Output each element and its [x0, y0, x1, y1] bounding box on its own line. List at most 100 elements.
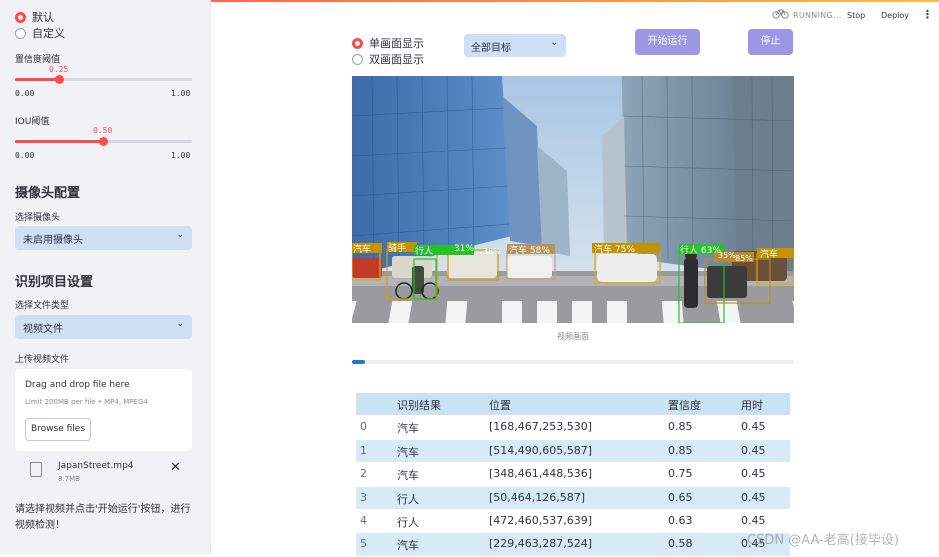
detection-label: 骑手 [388, 244, 407, 254]
close-icon[interactable]: ✕ [170, 460, 181, 475]
display-option-dual[interactable]: 双画面显示 [352, 51, 424, 67]
detection-label: 行人 [415, 247, 434, 257]
recognition-heading: 识别项目设置 [15, 275, 94, 290]
uploaded-file-size: 8.7MB [58, 475, 80, 483]
mode-option-default[interactable]: 默认 [15, 9, 54, 25]
display-option-label: 双画面显示 [369, 53, 424, 66]
vertical-dots-icon[interactable]: ⋮ [922, 8, 933, 21]
table-row: 2 汽车 [348,461,448,536] 0.75 0.45 [356, 463, 790, 487]
cell-position: [229,463,287,524] [489, 537, 593, 551]
iou-label: IOU阈值 [15, 117, 50, 127]
stop-button[interactable]: Stop [847, 11, 865, 20]
confidence-label: 置信度阈值 [15, 55, 61, 65]
row-index: 4 [360, 513, 367, 527]
video-caption: 视频画面 [557, 332, 589, 341]
start-button[interactable]: 开始运行 [635, 29, 700, 55]
mode-option-custom[interactable]: 自定义 [15, 25, 65, 41]
confidence-value: 0.25 [49, 65, 69, 74]
slider-fill [15, 140, 104, 143]
radio-unselected-icon [352, 53, 363, 65]
table-header: 识别结果 位置 置信度 用时 [356, 393, 790, 417]
cell-label: 汽车 [397, 469, 419, 483]
cell-confidence: 0.63 [668, 513, 693, 527]
column-header: 位置 [489, 399, 511, 412]
radio-unselected-icon [15, 27, 26, 39]
table-row: 0 汽车 [168,467,253,530] 0.85 0.45 [356, 416, 790, 440]
detection-label: 31% [454, 244, 475, 254]
iou-max: 1.00 [171, 151, 191, 160]
confidence-min: 0.00 [15, 89, 35, 98]
detection-label: 汽车 [353, 245, 372, 255]
cell-time: 0.45 [741, 420, 766, 434]
cell-label: 汽车 [397, 539, 419, 553]
cell-confidence: 0.58 [668, 537, 693, 551]
stop-run-button[interactable]: 停止 [748, 29, 793, 55]
dropzone-text: Drag and drop file here [25, 380, 130, 390]
confidence-max: 1.00 [171, 89, 191, 98]
iou-slider[interactable] [15, 137, 192, 146]
confidence-slider[interactable] [15, 75, 192, 84]
cell-label: 行人 [397, 515, 419, 529]
video-frame: 汽车 骑手 行人 31% 38% 汽车 58% 汽车 75% 行人 63% 35… [352, 76, 794, 323]
chevron-down-icon: ⌄ [176, 319, 184, 329]
cell-time: 0.45 [741, 490, 766, 504]
detection-label: 汽车 58% [509, 246, 550, 256]
uploaded-file: JapanStreet.mp4 8.7MB ✕ [15, 459, 192, 489]
camera-select-value: 未启用摄像头 [23, 235, 83, 246]
file-type-value: 视频文件 [23, 324, 63, 335]
file-type-label: 选择文件类型 [15, 301, 70, 311]
cell-label: 汽车 [397, 422, 419, 436]
cell-position: [514,490,605,587] [489, 443, 593, 457]
camera-select[interactable]: 未启用摄像头 ⌄ [15, 226, 192, 250]
cell-time: 0.45 [741, 467, 766, 481]
slider-fill [15, 78, 60, 81]
slider-thumb[interactable] [99, 137, 108, 146]
file-uploader-dropzone[interactable]: Drag and drop file here Limit 200MB per … [15, 369, 192, 451]
detection-label: 38% [483, 247, 501, 256]
bicycle-icon [772, 9, 789, 19]
instruction-text: 请选择视频并点击'开始运行'按钮，进行视频检测！ [15, 504, 191, 531]
radio-selected-icon [352, 37, 363, 49]
detection-label: 85% [735, 254, 753, 263]
display-option-label: 单画面显示 [369, 37, 424, 50]
row-index: 3 [360, 490, 367, 504]
cell-time: 0.45 [741, 513, 766, 527]
running-indicator [772, 7, 789, 21]
dropzone-limit: Limit 200MB per file • MP4, MPEG4 [25, 398, 148, 406]
row-index: 2 [360, 467, 367, 481]
display-option-single[interactable]: 单画面显示 [352, 35, 424, 51]
column-header: 用时 [741, 399, 763, 412]
cell-position: [348,461,448,536] [489, 467, 593, 481]
iou-min: 0.00 [15, 151, 35, 160]
cell-confidence: 0.85 [668, 443, 693, 457]
cell-position: [50,464,126,587] [489, 490, 586, 504]
row-index: 5 [360, 537, 367, 551]
running-status: RUNNING... [793, 11, 842, 20]
cell-position: [168,467,253,530] [489, 420, 593, 434]
table-row: 1 汽车 [514,490,605,587] 0.85 0.45 [356, 439, 790, 464]
detection-label: 行人 63% [680, 246, 721, 256]
slider-thumb[interactable] [55, 75, 64, 84]
cell-confidence: 0.75 [668, 467, 693, 481]
cell-position: [472,460,537,639] [489, 513, 593, 527]
deploy-button[interactable]: Deploy [881, 11, 909, 20]
file-type-select[interactable]: 视频文件 ⌄ [15, 315, 192, 339]
cell-time: 0.45 [741, 443, 766, 457]
browse-files-button[interactable]: Browse files [25, 418, 91, 441]
cell-confidence: 0.65 [668, 490, 693, 504]
uploaded-file-name: JapanStreet.mp4 [58, 461, 134, 471]
target-select[interactable]: 全部目标 ⌄ [464, 34, 566, 57]
street-scene-image [352, 76, 794, 323]
chevron-down-icon: ⌄ [176, 230, 184, 240]
column-header: 识别结果 [397, 399, 441, 412]
cell-label: 汽车 [397, 445, 419, 459]
detection-label: 汽车 [760, 250, 779, 260]
table-row: 4 行人 [472,460,537,639] 0.63 0.45 [356, 509, 790, 534]
camera-select-label: 选择摄像头 [15, 213, 61, 223]
mode-option-label: 自定义 [32, 27, 65, 40]
radio-selected-icon [15, 11, 26, 23]
table-row: 3 行人 [50,464,126,587] 0.65 0.45 [356, 486, 790, 510]
row-index: 0 [360, 420, 367, 434]
mode-option-label: 默认 [32, 11, 54, 24]
results-table: 识别结果 位置 置信度 用时 0 汽车 [168,467,253,530] 0.… [356, 393, 790, 557]
